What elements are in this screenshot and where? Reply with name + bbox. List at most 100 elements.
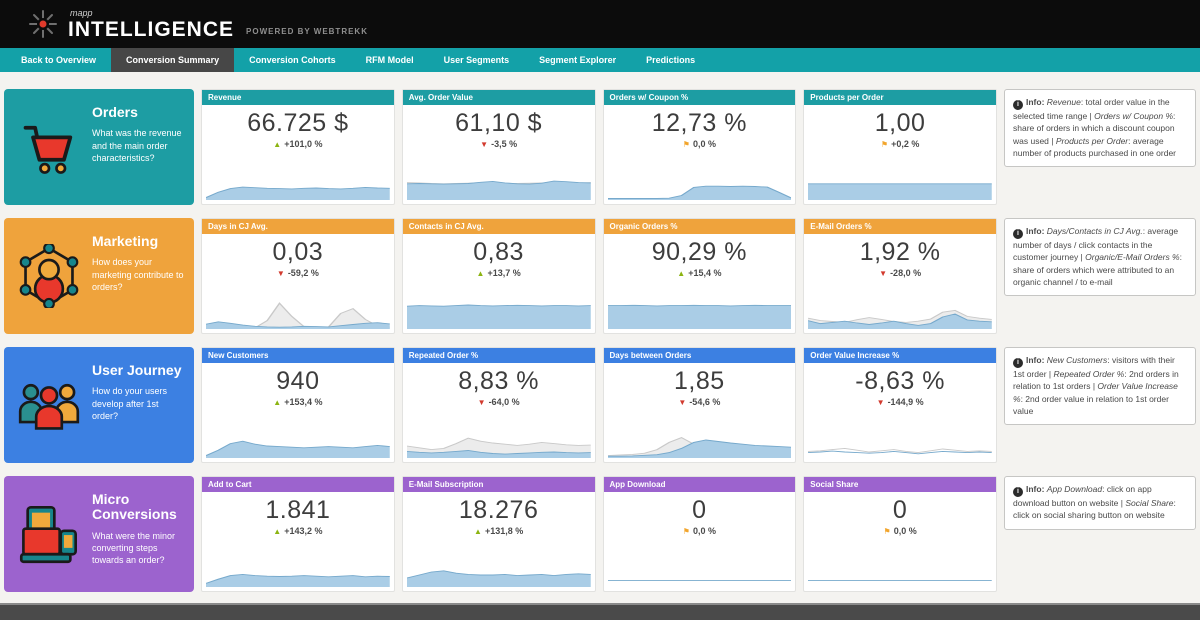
kpi-card-products-per-order: Products per Order 1,00 ⚑ +0,2 %: [803, 89, 997, 205]
sparkline-chart: [206, 186, 390, 200]
trend-down-icon: ▼: [276, 269, 285, 279]
sparkline-chart: [406, 180, 591, 200]
trend-flat-icon: ⚑: [682, 140, 690, 150]
app-header: mapp INTELLIGENCE POWERED BY WEBTREKK: [0, 0, 1200, 48]
kpi-header: Repeated Order %: [402, 348, 595, 363]
kpi-delta: ⚑ 0,0 %: [883, 526, 917, 537]
kpi-header: Add to Cart: [202, 477, 394, 492]
brand-lockup: mapp INTELLIGENCE: [68, 7, 235, 41]
nav-tabs: Back to Overview Conversion Summary Conv…: [0, 48, 1200, 72]
kpi-value: -8,63 %: [855, 367, 945, 395]
trend-up-icon: ▲: [677, 269, 686, 279]
kpi-delta: ⚑ +0,2 %: [880, 139, 920, 150]
user-group-icon: [10, 355, 88, 455]
kpi-header: App Download: [603, 477, 796, 492]
trend-up-icon: ▲: [476, 269, 485, 279]
sparkline-chart: [206, 440, 390, 458]
row-desc-micro-conversions: What were the minor converting steps tow…: [92, 530, 176, 566]
brand-subtitle: POWERED BY WEBTREKK: [246, 26, 368, 36]
mapp-logo-icon: [29, 10, 57, 38]
trend-flat-icon: ⚑: [883, 527, 891, 537]
trend-down-icon: ▼: [879, 269, 888, 279]
kpi-delta: ▼ -64,0 %: [477, 397, 520, 408]
sparkline-chart: [406, 437, 591, 458]
row-desc-user-journey: How do your users develop after 1st orde…: [92, 386, 168, 421]
kpi-card-app-download: App Download 0 ⚑ 0,0 %: [602, 476, 797, 592]
kpi-header: New Customers: [202, 348, 394, 363]
kpi-card-new-customers: New Customers 940 ▲ +153,4 %: [201, 347, 395, 463]
kpi-delta: ▼ -54,6 %: [678, 397, 721, 408]
sparkline-chart: [808, 447, 992, 455]
info-icon: i: [1013, 358, 1023, 368]
kpi-value: 1,85: [674, 367, 725, 395]
kpi-value: 0,83: [473, 238, 524, 266]
sparkline-chart: [607, 185, 792, 200]
kpi-card-days-in-cj: Days in CJ Avg. 0,03 ▼ -59,2 %: [201, 218, 395, 334]
kpi-delta: ▲ +131,8 %: [474, 526, 524, 537]
kpi-value: 61,10 $: [455, 109, 543, 137]
trend-flat-icon: ⚑: [880, 140, 889, 150]
kpi-delta: ▼ -3,5 %: [480, 139, 518, 150]
kpi-delta: ▼ -144,9 %: [876, 397, 924, 408]
kpi-value: 940: [276, 367, 320, 395]
kpi-header: Products per Order: [804, 90, 996, 105]
kpi-value: 1,00: [874, 109, 926, 137]
tab-back-to-overview[interactable]: Back to Overview: [6, 48, 111, 72]
tab-conversion-summary[interactable]: Conversion Summary: [111, 48, 235, 72]
kpi-header: E-Mail Subscription: [402, 477, 595, 492]
tab-segment-explorer[interactable]: Segment Explorer: [524, 48, 631, 72]
dashboard: mapp INTELLIGENCE POWERED BY WEBTREKK Ba…: [0, 0, 1200, 620]
kpi-value: 66.725 $: [247, 109, 349, 137]
kpi-card-avg-order-value: Avg. Order Value 61,10 $ ▼ -3,5 %: [401, 89, 596, 205]
kpi-value: 12,73 %: [651, 109, 747, 137]
row-desc-orders: What was the revenue and the main order …: [92, 128, 182, 163]
trend-down-icon: ▼: [477, 398, 486, 408]
tab-rfm-model[interactable]: RFM Model: [351, 48, 429, 72]
brand-small: mapp: [70, 7, 93, 18]
kpi-card-revenue: Revenue 66.725 $ ▲ +101,0 %: [201, 89, 395, 205]
info-panel-marketing: i Info: Days/Contacts in CJ Avg.: average…: [1004, 218, 1196, 297]
kpi-card-social-share: Social Share 0 ⚑ 0,0 %: [803, 476, 997, 592]
trend-down-icon: ▼: [480, 140, 489, 150]
info-icon: i: [1013, 487, 1023, 497]
tab-predictions[interactable]: Predictions: [631, 48, 710, 72]
kpi-value: 1,92 %: [859, 238, 941, 266]
trend-up-icon: ▲: [273, 527, 282, 537]
kpi-header: Revenue: [202, 90, 394, 105]
kpi-header: Days between Orders: [603, 348, 796, 363]
dashboard-content: Orders What was the revenue and the main…: [0, 72, 1200, 592]
row-card-orders: Orders What was the revenue and the main…: [4, 89, 194, 205]
sparkline-chart: [406, 304, 591, 329]
row-card-micro-conversions: Micro Conversions What were the minor co…: [4, 476, 194, 592]
trend-up-icon: ▲: [273, 140, 282, 150]
info-panel-user-journey: i Info: New Customers: visitors with thei…: [1004, 347, 1196, 426]
row-card-user-journey: User Journey How do your users develop a…: [4, 347, 194, 463]
tab-conversion-cohorts[interactable]: Conversion Cohorts: [234, 48, 351, 72]
info-panel-orders: i Info: Revenue: total order value in the…: [1004, 89, 1196, 168]
trend-up-icon: ▲: [273, 398, 282, 408]
footer-bar: [0, 603, 1200, 620]
kpi-header: E-Mail Orders %: [804, 219, 996, 234]
sparkline-chart: [607, 579, 792, 581]
info-icon: i: [1013, 229, 1023, 239]
kpi-header: Social Share: [804, 477, 996, 492]
kpi-header: Avg. Order Value: [402, 90, 595, 105]
row-card-marketing: Marketing How does your marketing contri…: [4, 218, 194, 334]
sparkline-chart: [406, 570, 591, 587]
kpi-value: 0: [892, 496, 908, 524]
brand-title: INTELLIGENCE: [68, 17, 235, 41]
sparkline-chart: [808, 183, 992, 200]
kpi-value: 1.841: [265, 496, 331, 524]
row-desc-marketing: How does your marketing contribute to or…: [92, 257, 184, 292]
tab-user-segments[interactable]: User Segments: [429, 48, 525, 72]
kpi-value: 0: [692, 496, 707, 524]
marketing-network-icon: [10, 226, 88, 326]
sparkline-chart: [607, 304, 792, 329]
kpi-card-organic-orders: Organic Orders % 90,29 % ▲ +15,4 %: [602, 218, 797, 334]
kpi-card-repeated-order: Repeated Order % 8,83 % ▼ -64,0 %: [401, 347, 596, 463]
kpi-card-email-orders: E-Mail Orders % 1,92 % ▼ -28,0 %: [803, 218, 997, 334]
kpi-delta: ▲ +101,0 %: [273, 139, 323, 150]
kpi-delta: ⚑ 0,0 %: [682, 526, 716, 537]
info-icon: i: [1013, 100, 1023, 110]
kpi-card-add-to-cart: Add to Cart 1.841 ▲ +143,2 %: [201, 476, 395, 592]
